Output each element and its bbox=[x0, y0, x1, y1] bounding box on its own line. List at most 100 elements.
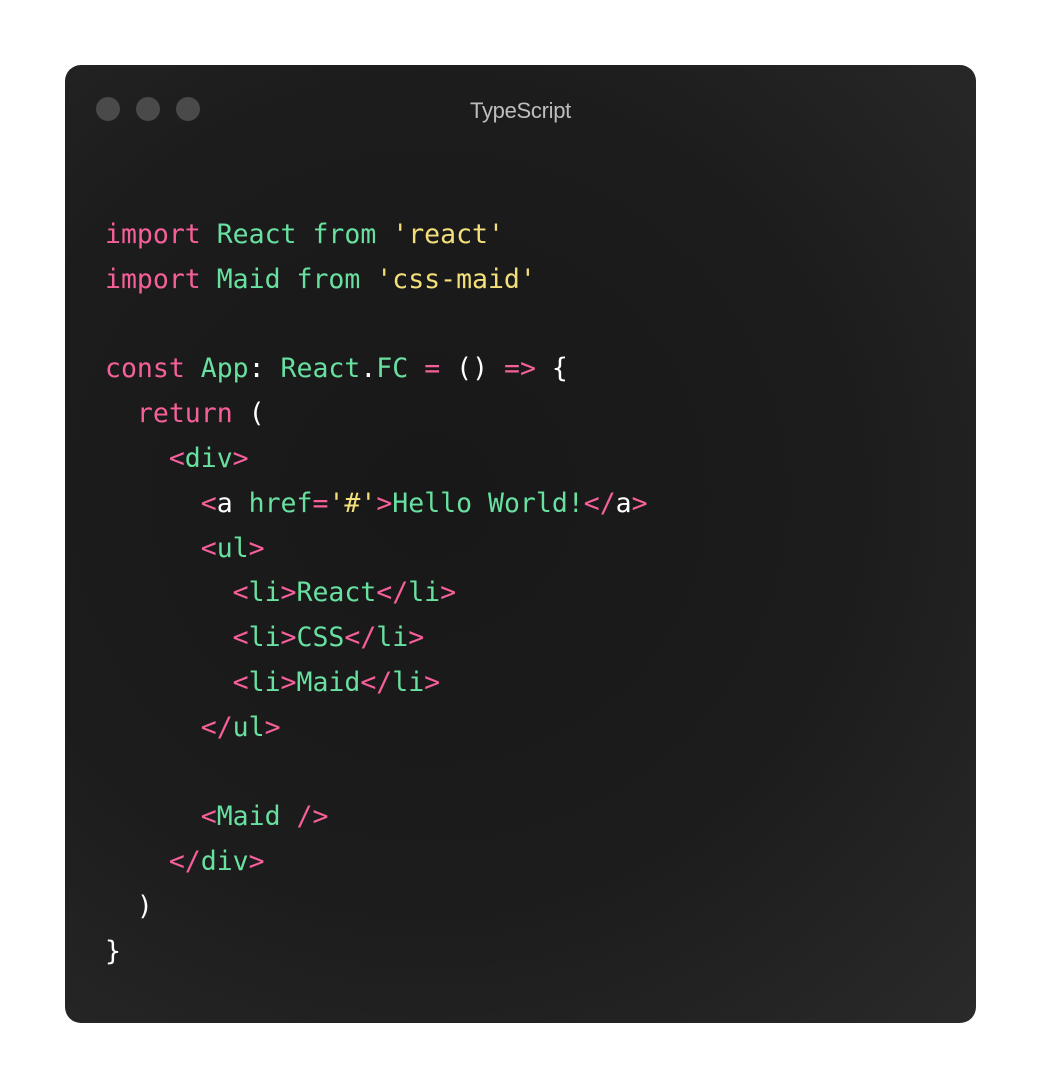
code-token: React bbox=[296, 577, 377, 609]
code-line: } bbox=[105, 930, 648, 975]
code-token: li bbox=[248, 622, 281, 654]
code-line: <Maid /> bbox=[105, 795, 648, 840]
code-token: Hello World! bbox=[392, 487, 584, 519]
code-token: a bbox=[216, 487, 233, 519]
code-line: </ul> bbox=[105, 706, 648, 751]
code-token: li bbox=[248, 666, 281, 698]
code-block: import React from 'react' import Maid fro… bbox=[105, 213, 648, 975]
code-token: < bbox=[232, 577, 249, 609]
window-titlebar: TypeScript bbox=[65, 65, 976, 157]
code-token: Maid bbox=[296, 666, 361, 698]
code-token: </ bbox=[360, 666, 393, 698]
code-token: CSS bbox=[296, 622, 345, 654]
code-token: > bbox=[408, 622, 425, 654]
code-token: : bbox=[248, 353, 281, 385]
code-line: <ul> bbox=[105, 527, 648, 572]
code-token: li bbox=[248, 577, 281, 609]
code-token: React bbox=[216, 219, 297, 250]
code-token: < bbox=[200, 801, 217, 833]
code-token: > bbox=[232, 442, 249, 474]
code-token: < bbox=[168, 442, 185, 474]
code-token: </ bbox=[583, 487, 616, 519]
code-token: 'css-maid' bbox=[376, 263, 536, 295]
code-token: > bbox=[440, 577, 457, 609]
code-token: = bbox=[424, 353, 441, 385]
code-token: </ bbox=[200, 711, 233, 743]
code-token: div bbox=[200, 846, 249, 878]
code-token: import bbox=[105, 219, 201, 250]
code-token: > bbox=[424, 666, 441, 698]
code-token: < bbox=[200, 532, 217, 564]
code-token: > bbox=[280, 577, 297, 609]
code-line: <div> bbox=[105, 437, 648, 482]
code-token: li bbox=[392, 666, 425, 698]
window-title: TypeScript bbox=[470, 98, 571, 123]
code-token: > bbox=[376, 487, 393, 519]
code-token: > bbox=[280, 622, 297, 654]
code-token: > bbox=[280, 666, 297, 698]
code-token: ul bbox=[216, 532, 249, 564]
code-line: ) bbox=[105, 885, 648, 930]
code-line: import React from 'react' bbox=[105, 213, 648, 258]
code-token: () bbox=[440, 353, 504, 385]
code-window: TypeScript import React from 'react' impo… bbox=[65, 65, 976, 1023]
code-token: . bbox=[360, 353, 377, 385]
code-token: </ bbox=[168, 846, 201, 878]
code-token: { bbox=[535, 353, 568, 385]
code-line: <a href='#'>Hello World!</a> bbox=[105, 482, 648, 527]
code-token: li bbox=[408, 577, 441, 609]
code-line: return ( bbox=[105, 392, 648, 437]
code-line: </div> bbox=[105, 840, 648, 885]
code-token: li bbox=[376, 622, 409, 654]
code-token: return bbox=[136, 398, 233, 430]
code-token: < bbox=[232, 666, 249, 698]
code-token: = bbox=[312, 487, 329, 519]
code-token: import bbox=[105, 263, 201, 295]
code-token: > bbox=[248, 846, 265, 878]
code-line: const App: React.FC = () => { bbox=[105, 347, 648, 392]
code-token: /> bbox=[296, 801, 329, 833]
code-token: Maid bbox=[216, 801, 281, 833]
code-token: a bbox=[615, 487, 632, 519]
code-token: from bbox=[296, 263, 361, 295]
code-line: <li>Maid</li> bbox=[105, 661, 648, 706]
code-token: '#' bbox=[328, 487, 377, 519]
code-token: App bbox=[200, 353, 249, 385]
code-token: < bbox=[200, 487, 217, 519]
code-line: import Maid from 'css-maid' bbox=[105, 258, 648, 303]
code-line: <li>React</li> bbox=[105, 571, 648, 616]
code-token: div bbox=[184, 442, 233, 474]
code-token: 'react' bbox=[392, 219, 504, 250]
code-token: React bbox=[280, 353, 361, 385]
code-token: FC bbox=[376, 353, 409, 385]
code-token: href bbox=[248, 487, 313, 519]
code-token: const bbox=[105, 353, 185, 385]
code-token: </ bbox=[376, 577, 409, 609]
code-token: => bbox=[503, 353, 536, 385]
code-token: ul bbox=[232, 711, 265, 743]
code-token: } bbox=[105, 935, 121, 967]
code-token: from bbox=[312, 219, 377, 250]
code-token: </ bbox=[344, 622, 377, 654]
code-token: < bbox=[232, 622, 249, 654]
